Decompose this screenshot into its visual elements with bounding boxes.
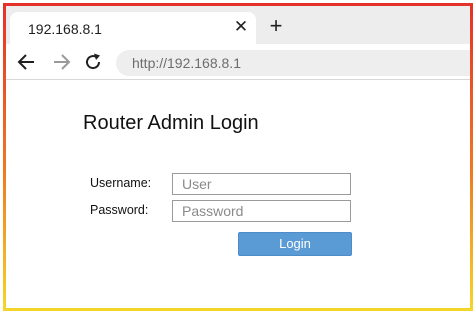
tab-title: 192.168.8.1 xyxy=(28,21,102,37)
login-button[interactable]: Login xyxy=(238,232,352,256)
plus-icon[interactable]: + xyxy=(264,14,288,38)
username-label: Username: xyxy=(90,176,152,190)
browser-tab[interactable]: 192.168.8.1 ✕ xyxy=(10,12,256,46)
browser-toolbar: http://192.168.8.1 xyxy=(6,44,470,80)
close-icon[interactable]: ✕ xyxy=(230,16,252,38)
forward-arrow-icon[interactable] xyxy=(50,51,72,73)
username-input[interactable] xyxy=(172,173,351,195)
page-title: Router Admin Login xyxy=(83,112,259,134)
address-bar[interactable]: http://192.168.8.1 xyxy=(116,50,470,76)
url-text: http://192.168.8.1 xyxy=(132,55,241,71)
back-arrow-icon[interactable] xyxy=(16,51,38,73)
reload-icon[interactable] xyxy=(82,51,104,73)
password-label: Password: xyxy=(90,203,149,217)
password-input[interactable] xyxy=(172,200,351,222)
browser-window: 192.168.8.1 ✕ + http://192.168.8.1 Route… xyxy=(6,6,470,308)
tab-bar: 192.168.8.1 ✕ + xyxy=(6,6,470,46)
